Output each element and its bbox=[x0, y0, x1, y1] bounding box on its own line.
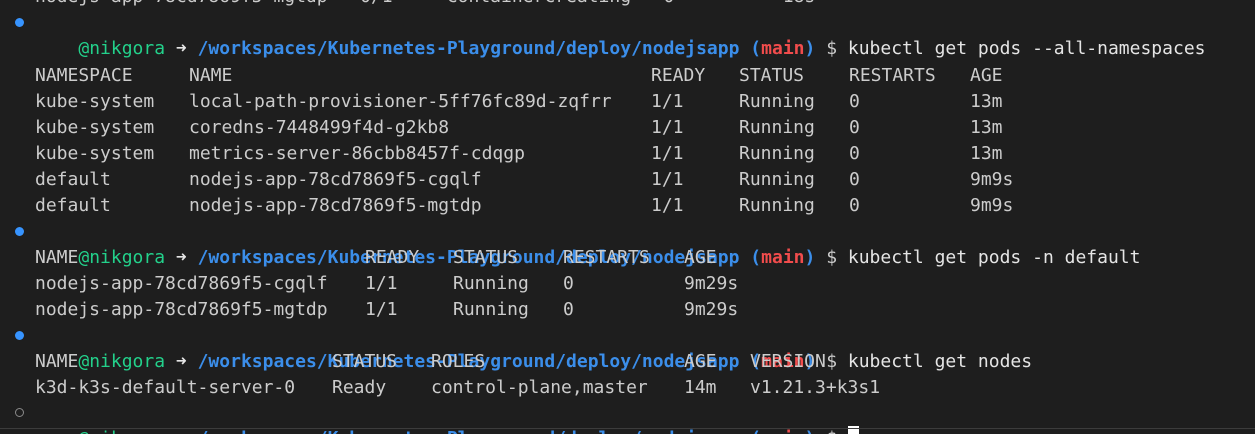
prompt-line-1: @nikgora ➜ /workspaces/Kubernetes-Playgr… bbox=[78, 38, 1206, 59]
command-success-dot[interactable] bbox=[15, 331, 24, 340]
table-row: nodejs-app-78cd7869f5-mgtdp 1/1 Running … bbox=[35, 299, 739, 320]
table-row: default nodejs-app-78cd7869f5-cgqlf 1/1 … bbox=[35, 169, 1014, 190]
prompt-path: /workspaces/Kubernetes-Playground/deploy… bbox=[197, 38, 740, 59]
prompt-user: @nikgora bbox=[78, 38, 166, 59]
table-header: NAME STATUS ROLES AGE VERSION bbox=[35, 351, 826, 372]
prompt-arrow-icon: ➜ bbox=[175, 38, 187, 59]
table-row: nodejs-app-78cd7869f5-cgqlf 1/1 Running … bbox=[35, 273, 739, 294]
cut-off-output-line: nodejs-app-78cd7869f5-mgtdp 0/1 Containe… bbox=[35, 0, 815, 10]
table-row: kube-system local-path-provisioner-5ff76… bbox=[35, 91, 1003, 112]
command-pending-dot[interactable] bbox=[15, 408, 24, 417]
panel-bottom-border bbox=[0, 428, 1255, 434]
prompt-branch: main bbox=[761, 38, 805, 59]
terminal-output[interactable]: nodejs-app-78cd7869f5-mgtdp 0/1 Containe… bbox=[0, 0, 1255, 434]
table-row: kube-system metrics-server-86cbb8457f-cd… bbox=[35, 143, 1003, 164]
table-header: NAME READY STATUS RESTARTS AGE bbox=[35, 247, 717, 268]
table-row: default nodejs-app-78cd7869f5-mgtdp 1/1 … bbox=[35, 195, 1014, 216]
prompt-line-2: @nikgora ➜ /workspaces/Kubernetes-Playgr… bbox=[78, 247, 1141, 268]
table-header: NAMESPACE NAME READY STATUS RESTARTS AGE bbox=[35, 65, 1003, 86]
table-row: k3d-k3s-default-server-0 Ready control-p… bbox=[35, 377, 881, 398]
command-success-dot[interactable] bbox=[15, 227, 24, 236]
command-text: kubectl get pods --all-namespaces bbox=[847, 38, 1206, 59]
command-success-dot[interactable] bbox=[15, 18, 24, 27]
table-row: kube-system coredns-7448499f4d-g2kb8 1/1… bbox=[35, 117, 1003, 138]
prompt-line-3: @nikgora ➜ /workspaces/Kubernetes-Playgr… bbox=[78, 351, 1033, 372]
prompt-line-current[interactable]: @nikgora ➜ /workspaces/Kubernetes-Playgr… bbox=[35, 400, 859, 434]
